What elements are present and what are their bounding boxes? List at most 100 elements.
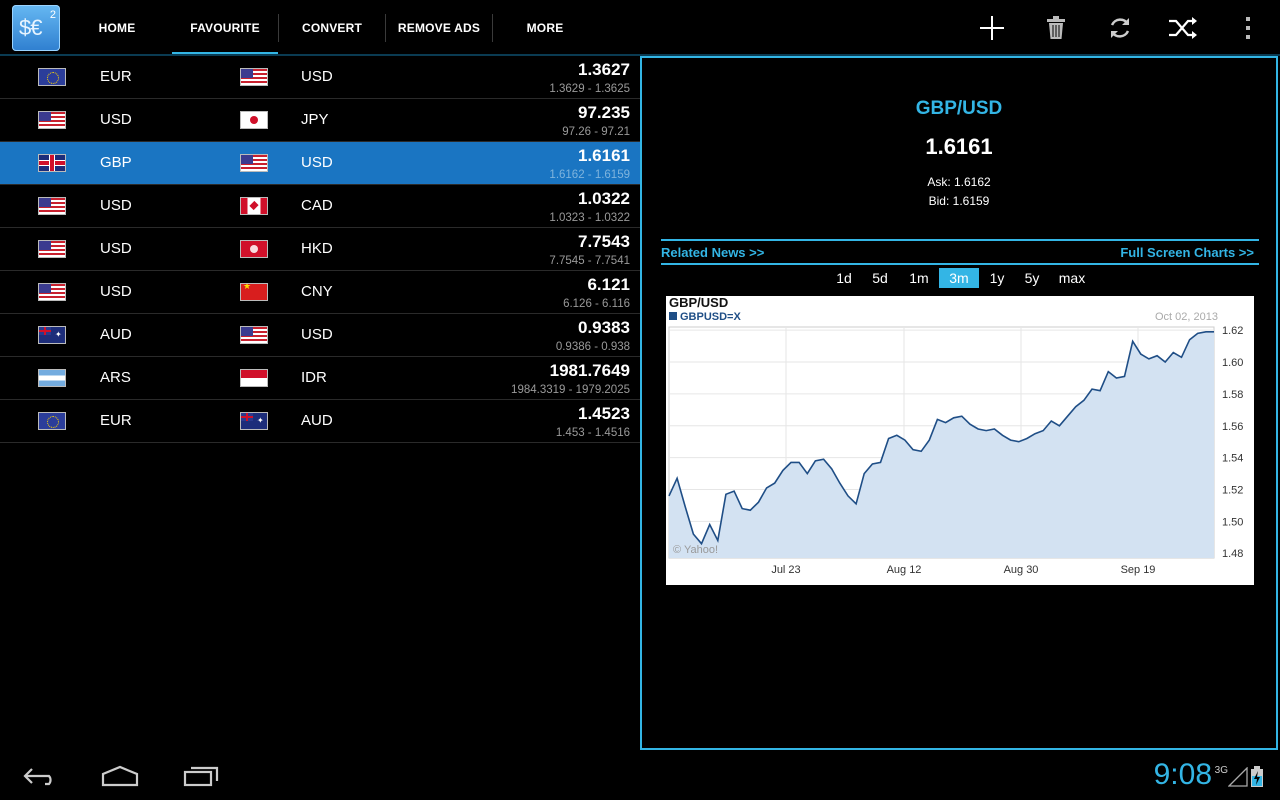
y-tick-label: 1.54 bbox=[1222, 453, 1243, 465]
clock: 9:08 bbox=[1153, 758, 1212, 791]
list-item[interactable]: USD CAD 1.0322 1.0323 - 1.0322 bbox=[0, 185, 640, 228]
range-5y-button[interactable]: 5y bbox=[1015, 268, 1049, 288]
flag-icon bbox=[240, 240, 268, 258]
exchange-rate: 1.4523 bbox=[578, 404, 630, 423]
bid-ask-range: 6.126 - 6.116 bbox=[563, 298, 630, 310]
y-tick-label: 1.52 bbox=[1222, 484, 1243, 496]
from-currency: AUD bbox=[100, 326, 132, 343]
flag-icon bbox=[240, 68, 268, 86]
exchange-rate: 1981.7649 bbox=[549, 361, 630, 380]
add-icon[interactable] bbox=[972, 10, 1012, 46]
bid-ask-range: 1.6162 - 1.6159 bbox=[549, 169, 630, 181]
to-currency: JPY bbox=[301, 111, 329, 128]
from-currency: USD bbox=[100, 283, 132, 300]
recent-apps-icon[interactable] bbox=[182, 762, 220, 790]
from-currency: EUR bbox=[100, 68, 132, 85]
tab-divider bbox=[278, 14, 279, 42]
from-currency: USD bbox=[100, 111, 132, 128]
from-currency: USD bbox=[100, 240, 132, 257]
price-chart-svg: 1.62 1.60 1.58 1.56 1.54 1.52 1.50 1.48 Jul 23 Au… bbox=[668, 295, 1243, 576]
tab-home[interactable]: HOME bbox=[82, 0, 152, 56]
exchange-rate: 1.6161 bbox=[578, 146, 630, 165]
range-1y-button[interactable]: 1y bbox=[980, 268, 1014, 288]
list-item[interactable]: EUR AUD 1.4523 1.453 - 1.4516 bbox=[0, 400, 640, 443]
flag-icon bbox=[38, 111, 66, 129]
from-currency: USD bbox=[100, 197, 132, 214]
chart-title: GBP/USD bbox=[669, 296, 728, 310]
overflow-menu-icon[interactable] bbox=[1228, 10, 1268, 46]
tab-favourite[interactable]: FAVOURITE bbox=[172, 0, 278, 56]
range-1d-button[interactable]: 1d bbox=[827, 268, 861, 288]
list-item[interactable]: USD HKD 7.7543 7.7545 - 7.7541 bbox=[0, 228, 640, 271]
to-currency: USD bbox=[301, 154, 333, 171]
flag-icon bbox=[240, 412, 268, 430]
tab-more[interactable]: MORE bbox=[510, 0, 580, 56]
tab-remove-ads[interactable]: REMOVE ADS bbox=[392, 0, 486, 56]
exchange-rate: 6.121 bbox=[587, 275, 630, 294]
price-chart[interactable]: 1.62 1.60 1.58 1.56 1.54 1.52 1.50 1.48 Jul 23 Au… bbox=[666, 295, 1254, 585]
signal-icon bbox=[1227, 766, 1248, 792]
flag-icon bbox=[38, 283, 66, 301]
flag-icon bbox=[38, 369, 66, 387]
pair-title: GBP/USD bbox=[915, 98, 1003, 119]
home-icon[interactable] bbox=[100, 762, 140, 790]
flag-icon bbox=[38, 197, 66, 215]
range-5d-button[interactable]: 5d bbox=[863, 268, 897, 288]
x-tick-label: Aug 12 bbox=[887, 564, 922, 576]
y-tick-label: 1.48 bbox=[1222, 548, 1243, 560]
full-screen-charts-link[interactable]: Full Screen Charts >> bbox=[1120, 245, 1254, 260]
pair-rate: 1.6161 bbox=[925, 134, 993, 159]
shuffle-icon[interactable] bbox=[1163, 10, 1203, 46]
bid-ask-range: 1984.3319 - 1979.2025 bbox=[511, 384, 630, 396]
exchange-rate: 1.0322 bbox=[578, 189, 630, 208]
y-tick-label: 1.62 bbox=[1222, 325, 1243, 337]
x-tick-label: Jul 23 bbox=[771, 564, 800, 576]
tab-divider bbox=[385, 14, 386, 42]
divider bbox=[661, 263, 1259, 265]
bid-ask-range: 0.9386 - 0.938 bbox=[555, 341, 630, 353]
list-item[interactable]: USD CNY 6.121 6.126 - 6.116 bbox=[0, 271, 640, 314]
exchange-rate: 97.235 bbox=[578, 103, 630, 122]
delete-icon[interactable] bbox=[1036, 10, 1076, 46]
related-news-link[interactable]: Related News >> bbox=[661, 245, 764, 260]
bid-ask-range: 97.26 - 97.21 bbox=[562, 126, 630, 138]
list-item[interactable]: AUD USD 0.9383 0.9386 - 0.938 bbox=[0, 314, 640, 357]
bid-ask-range: 1.3629 - 1.3625 bbox=[549, 83, 630, 95]
to-currency: CAD bbox=[301, 197, 333, 214]
chart-credit: © Yahoo! bbox=[673, 544, 718, 556]
y-tick-label: 1.56 bbox=[1222, 421, 1243, 433]
x-tick-label: Aug 30 bbox=[1004, 564, 1039, 576]
range-max-button[interactable]: max bbox=[1051, 268, 1093, 288]
flag-icon bbox=[240, 111, 268, 129]
bid-ask-range: 1.453 - 1.4516 bbox=[555, 427, 630, 439]
x-tick-label: Sep 19 bbox=[1121, 564, 1156, 576]
flag-icon bbox=[240, 283, 268, 301]
favourite-list: EUR USD 1.3627 1.3629 - 1.3625 USD JPY 97.235 9… bbox=[0, 56, 640, 443]
list-item[interactable]: ARS IDR 1981.7649 1984.3319 - 1979.2025 bbox=[0, 357, 640, 400]
y-tick-label: 1.60 bbox=[1222, 357, 1243, 369]
range-3m-button[interactable]: 3m bbox=[939, 268, 979, 288]
flag-icon bbox=[240, 197, 268, 215]
list-item[interactable]: EUR USD 1.3627 1.3629 - 1.3625 bbox=[0, 56, 640, 99]
list-item[interactable]: GBP USD 1.6161 1.6162 - 1.6159 bbox=[0, 142, 640, 185]
flag-icon bbox=[240, 369, 268, 387]
refresh-icon[interactable] bbox=[1100, 10, 1140, 46]
app-logo[interactable]: $€ 2 bbox=[12, 5, 60, 51]
bid-ask-range: 7.7545 - 7.7541 bbox=[549, 255, 630, 267]
flag-icon bbox=[240, 326, 268, 344]
exchange-rate: 1.3627 bbox=[578, 60, 630, 79]
legend-label: GBPUSD=X bbox=[680, 311, 741, 323]
exchange-rate: 7.7543 bbox=[578, 232, 630, 251]
chart-date: Oct 02, 2013 bbox=[1155, 311, 1218, 323]
app-logo-text: $€ bbox=[19, 15, 43, 40]
bid-price: Bid: 1.6159 bbox=[928, 194, 990, 208]
system-bar: 9:08 3G bbox=[0, 750, 1280, 800]
range-1m-button[interactable]: 1m bbox=[900, 268, 938, 288]
list-item[interactable]: USD JPY 97.235 97.26 - 97.21 bbox=[0, 99, 640, 142]
battery-charging-icon bbox=[1250, 766, 1264, 793]
from-currency: ARS bbox=[100, 369, 131, 386]
tab-convert[interactable]: CONVERT bbox=[288, 0, 376, 56]
from-currency: EUR bbox=[100, 412, 132, 429]
app-logo-superscript: 2 bbox=[49, 9, 56, 21]
back-icon[interactable] bbox=[22, 762, 58, 790]
